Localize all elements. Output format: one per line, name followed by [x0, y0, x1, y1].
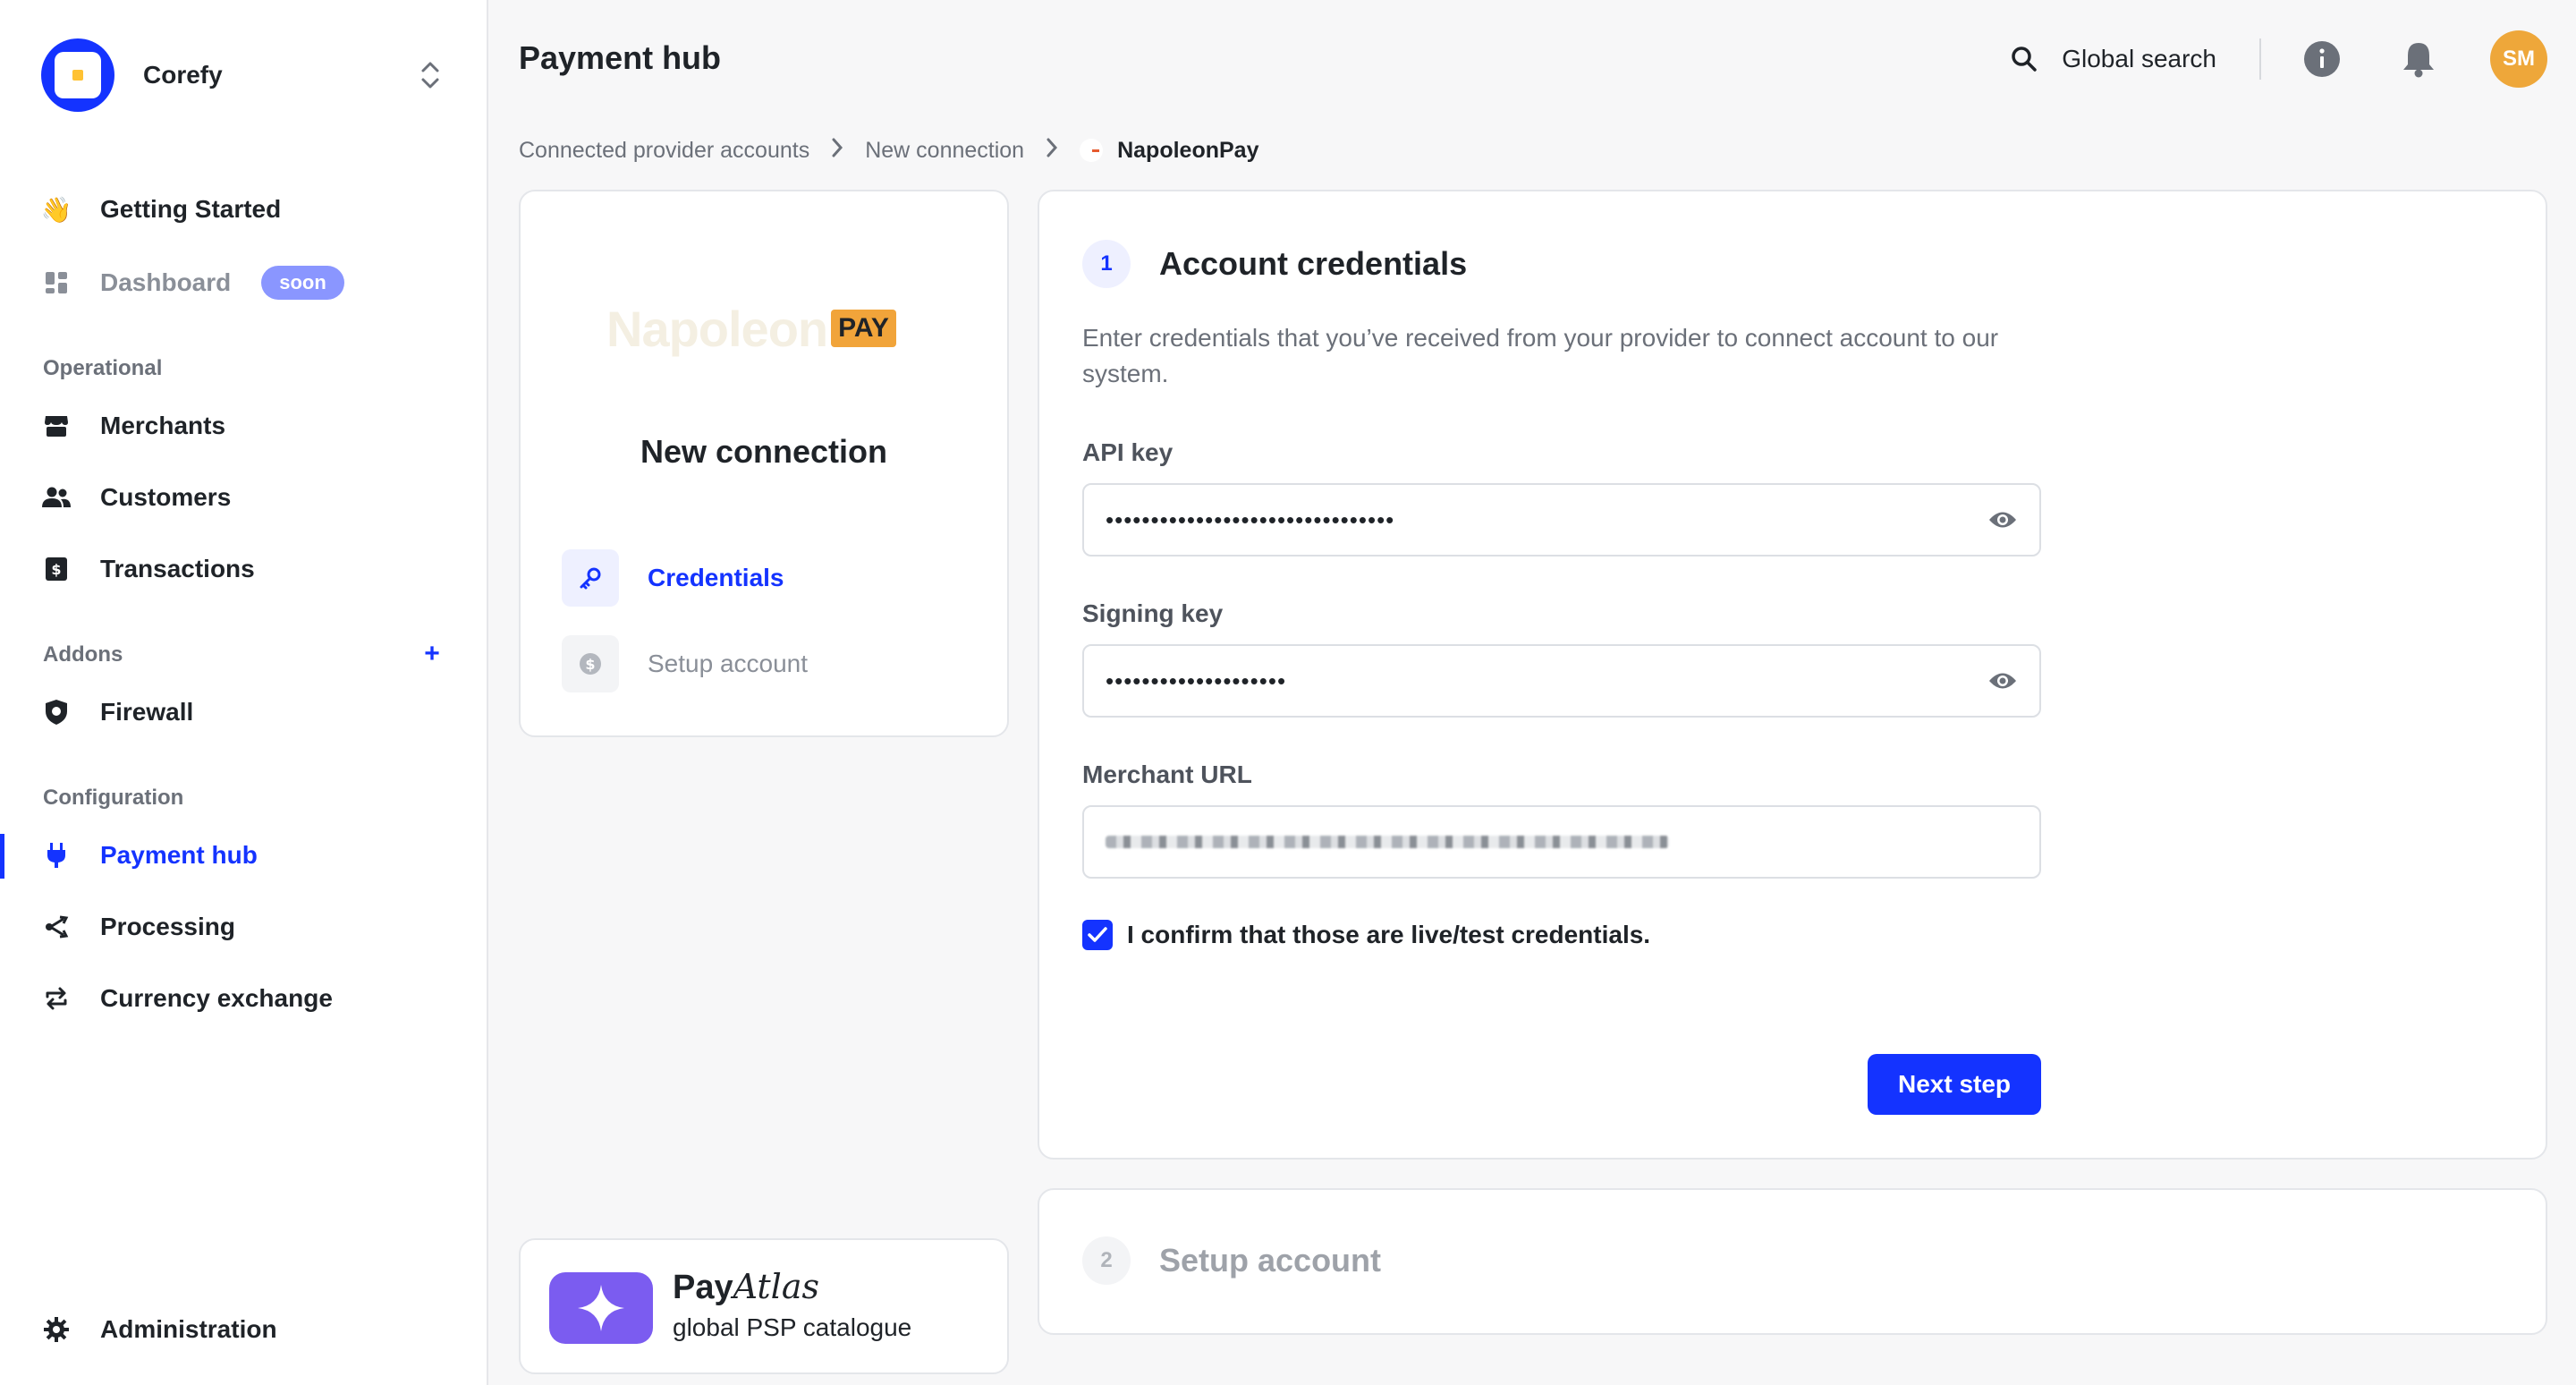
sidebar-item-label: Getting Started [100, 195, 282, 223]
provider-logo-badge: PAY [831, 310, 896, 347]
step-number: 2 [1082, 1236, 1131, 1285]
api-key-value: •••••••••••••••••••••••••••••••• [1106, 506, 1395, 533]
sidebar-item-label: Merchants [100, 412, 226, 439]
divider [2259, 38, 2261, 80]
sidebar-item-dashboard[interactable]: Dashboard soon [41, 256, 344, 310]
user-avatar[interactable]: SM [2490, 30, 2547, 88]
breadcrumb-item[interactable]: New connection [865, 138, 1024, 164]
brand-name: Corefy [143, 61, 223, 89]
connection-title: New connection [640, 433, 888, 470]
users-icon [41, 482, 72, 513]
sidebar-item-getting-started[interactable]: 👋 Getting Started [40, 183, 282, 236]
step-setup-account[interactable]: $ Setup account [562, 635, 808, 692]
sidebar-item-label: Processing [100, 913, 235, 940]
dollar-circle-icon: $ [562, 635, 619, 692]
brand[interactable]: Corefy [41, 38, 223, 112]
sidebar-item-label: Customers [100, 483, 232, 511]
step-number: 1 [1082, 240, 1131, 288]
plug-icon [41, 840, 72, 871]
sidebar-item-firewall[interactable]: Firewall [41, 685, 193, 739]
api-key-label: API key [1082, 438, 1174, 466]
next-step-button[interactable]: Next step [1868, 1054, 2041, 1115]
soon-badge: soon [261, 266, 344, 300]
step-credentials[interactable]: Credentials [562, 549, 784, 607]
confirm-label: I confirm that those are live/test crede… [1127, 921, 1651, 948]
confirm-credentials-row[interactable]: I confirm that those are live/test crede… [1082, 920, 1650, 950]
sidebar-item-currency-exchange[interactable]: Currency exchange [41, 972, 333, 1025]
shield-icon [41, 697, 72, 727]
global-search-label: Global search [2062, 45, 2216, 72]
sidebar-item-payment-hub[interactable]: Payment hub [41, 828, 258, 882]
eye-icon[interactable] [1987, 666, 2018, 696]
search-icon [2010, 45, 2038, 73]
sidebar-item-merchants[interactable]: Merchants [41, 399, 225, 453]
section-label-configuration: Configuration [43, 786, 184, 810]
signing-key-value: •••••••••••••••••••• [1106, 667, 1287, 694]
provider-logo-word: Napoleon [606, 300, 828, 357]
store-icon [41, 411, 72, 441]
gear-icon [41, 1314, 72, 1345]
section-title: Account credentials [1159, 245, 1468, 282]
sidebar-item-label: Currency exchange [100, 984, 333, 1012]
sidebar-item-label: Firewall [100, 698, 194, 726]
sidebar-item-label: Transactions [100, 555, 255, 582]
info-icon[interactable] [2302, 39, 2342, 79]
payatlas-card[interactable]: PayAtlas global PSP catalogue [519, 1238, 1009, 1374]
breadcrumb-item[interactable]: Connected provider accounts [519, 138, 809, 164]
sidebar-item-label: Dashboard [100, 268, 232, 296]
confirm-checkbox[interactable] [1082, 920, 1113, 950]
signing-key-field[interactable]: •••••••••••••••••••• [1082, 644, 2041, 718]
sparkle-icon [549, 1272, 653, 1344]
section-label-operational: Operational [43, 356, 163, 380]
dashboard-icon [41, 268, 72, 298]
svg-text:$: $ [585, 656, 595, 673]
breadcrumb: Connected provider accounts New connecti… [519, 132, 1258, 168]
payatlas-name-italic: Atlas [733, 1267, 819, 1306]
sidebar-item-customers[interactable]: Customers [41, 471, 231, 524]
napoleonpay-logo: Napoleon PAY [606, 297, 928, 360]
sidebar-item-administration[interactable]: Administration [41, 1303, 277, 1356]
sidebar-item-transactions[interactable]: $ Transactions [41, 542, 255, 596]
payatlas-name-bold: Pay [673, 1269, 733, 1306]
merchant-url-field[interactable] [1082, 805, 2041, 879]
waving-hand-icon: 👋 [40, 195, 72, 224]
napoleonpay-logo-icon [1080, 139, 1104, 162]
credentials-description: Enter credentials that you’ve received f… [1082, 324, 1999, 387]
sidebar: Corefy 👋 Getting Started Dashboard soon … [0, 0, 488, 1385]
section-label-addons: Addons [43, 642, 123, 667]
chevron-right-icon [831, 137, 843, 165]
sidebar-item-processing[interactable]: Processing [41, 900, 235, 954]
page-title: Payment hub [519, 39, 722, 76]
branch-icon [41, 912, 72, 942]
merchant-url-label: Merchant URL [1082, 760, 1252, 788]
sidebar-item-label: Payment hub [100, 841, 258, 869]
sidebar-item-label: Administration [100, 1315, 277, 1343]
exchange-arrows-icon [41, 983, 72, 1014]
signing-key-label: Signing key [1082, 599, 1224, 627]
connection-steps-card: Napoleon PAY New connection Credentials … [519, 190, 1009, 737]
eye-icon[interactable] [1987, 505, 2018, 535]
active-indicator [0, 834, 4, 879]
key-icon [562, 549, 619, 607]
chevron-right-icon [1046, 137, 1058, 165]
payatlas-name: PayAtlas [673, 1267, 819, 1307]
setup-account-card[interactable]: 2 Setup account [1038, 1188, 2547, 1335]
corefy-logo-icon [41, 38, 114, 112]
step-label: Setup account [648, 650, 809, 677]
breadcrumb-current: NapoleonPay [1117, 137, 1259, 163]
svg-text:$: $ [51, 561, 61, 578]
dollar-receipt-icon: $ [41, 554, 72, 584]
chevron-up-down-icon[interactable] [417, 59, 444, 91]
payatlas-subtitle: global PSP catalogue [673, 1313, 912, 1341]
redacted-url [1106, 836, 1669, 848]
bell-icon[interactable] [2399, 39, 2438, 79]
section-title: Setup account [1159, 1242, 1382, 1279]
step-label: Credentials [648, 564, 784, 591]
api-key-field[interactable]: •••••••••••••••••••••••••••••••• [1082, 483, 2041, 557]
account-credentials-card: 1 Account credentials Enter credentials … [1038, 190, 2547, 1160]
global-search-button[interactable]: Global search [2010, 45, 2216, 73]
add-addon-plus-icon[interactable]: + [419, 639, 445, 668]
topbar-actions: Global search SM [2010, 30, 2547, 88]
